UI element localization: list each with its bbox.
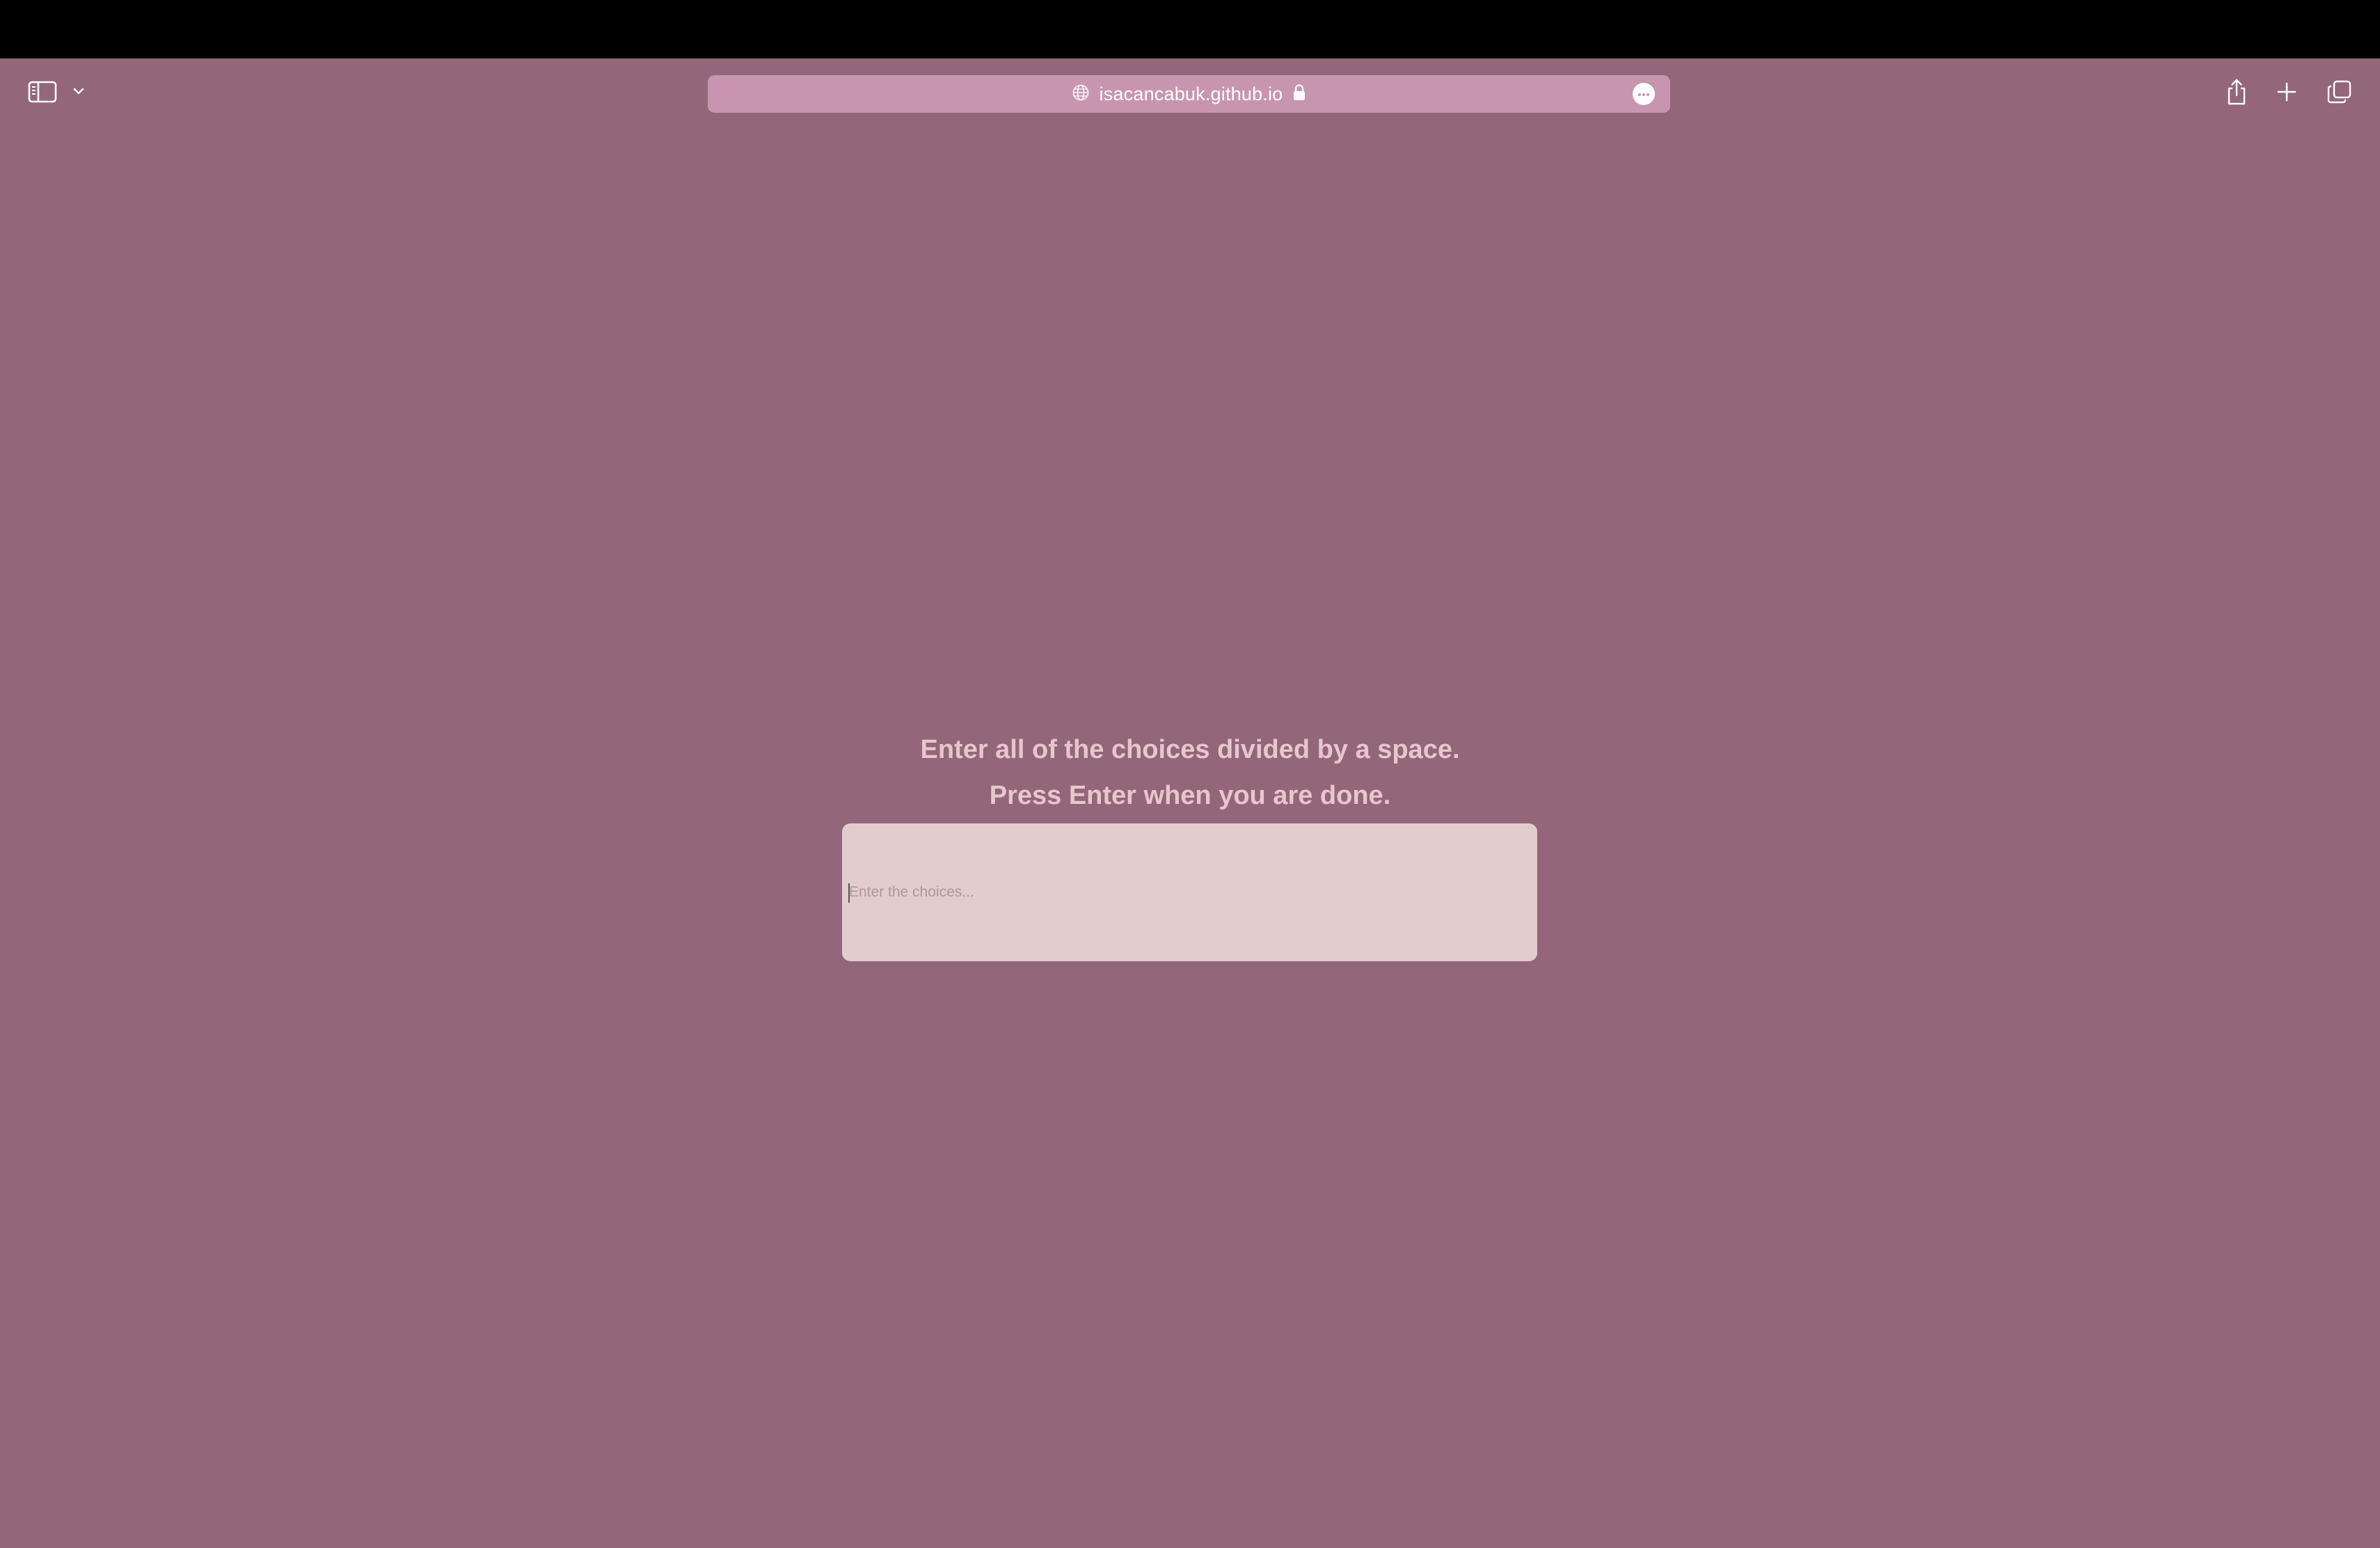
choices-input[interactable]: [842, 823, 1537, 961]
lock-icon: [1292, 84, 1306, 105]
page-menu-button[interactable]: [1633, 83, 1655, 105]
tabs-icon: [2327, 79, 2352, 108]
sidebar-menu-button[interactable]: [68, 82, 89, 103]
tab-overview-button[interactable]: [2323, 77, 2356, 110]
instruction-line-2: Press Enter when you are done.: [989, 781, 1391, 810]
sidebar-icon: [28, 81, 57, 106]
plus-icon: [2276, 81, 2297, 106]
globe-icon: [1072, 84, 1090, 105]
page-content: Enter all of the choices divided by a sp…: [0, 128, 2380, 1548]
address-content: isacancabuk.github.io: [708, 75, 1670, 113]
url-text: isacancabuk.github.io: [1099, 83, 1283, 104]
instruction-line-1: Enter all of the choices divided by a sp…: [920, 735, 1460, 764]
sidebar-toggle-button[interactable]: [25, 79, 60, 107]
share-button[interactable]: [2220, 75, 2253, 111]
instructions: Enter all of the choices divided by a sp…: [0, 727, 2380, 819]
ellipsis-icon: [1637, 88, 1651, 100]
text-caret: [848, 883, 850, 903]
address-bar[interactable]: isacancabuk.github.io: [708, 75, 1670, 113]
chevron-down-icon: [72, 86, 85, 99]
share-icon: [2226, 78, 2248, 109]
system-menu-bar: [0, 0, 2380, 58]
browser-toolbar: isacancabuk.github.io: [0, 58, 2380, 128]
new-tab-button[interactable]: [2270, 77, 2303, 110]
